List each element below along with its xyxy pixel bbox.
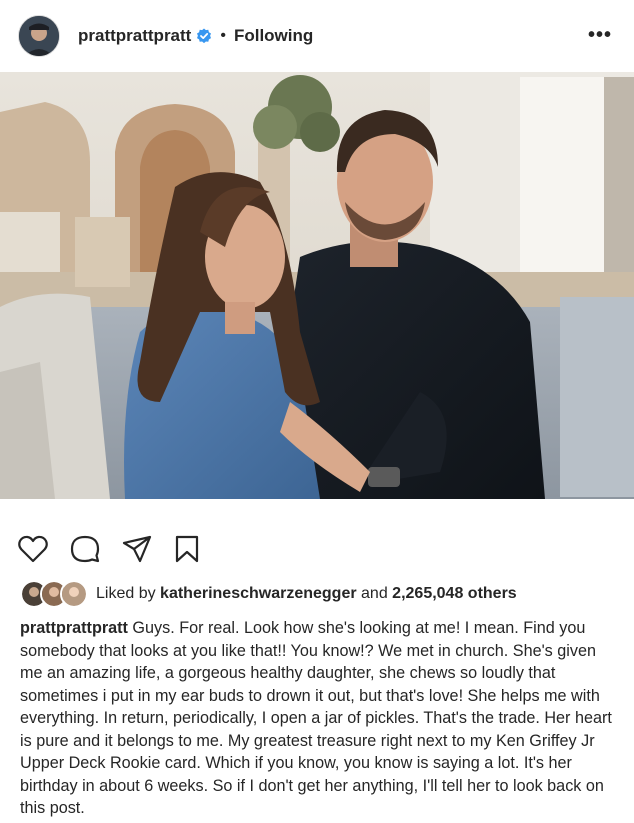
heart-outline-icon[interactable] <box>18 535 48 563</box>
separator-dot: • <box>220 27 226 44</box>
likes-row: Liked by katherineschwarzenegger and 2,2… <box>0 579 634 609</box>
more-options-icon[interactable]: ••• <box>588 24 612 47</box>
verified-badge-icon <box>196 28 212 44</box>
following-button[interactable]: Following <box>234 26 313 46</box>
comment-bubble-icon[interactable] <box>70 534 100 564</box>
likes-count-link[interactable]: 2,265,048 others <box>392 585 517 602</box>
liker-username-link[interactable]: katherineschwarzenegger <box>160 585 357 602</box>
paper-plane-icon[interactable] <box>122 535 152 563</box>
liked-by-and: and <box>356 585 393 602</box>
post-header: prattprattpratt • Following ••• <box>0 0 634 72</box>
post-caption: prattprattpratt Guys. For real. Look how… <box>0 609 634 820</box>
caption-username-link[interactable]: prattprattpratt <box>20 619 128 637</box>
action-bar <box>0 499 634 579</box>
liked-by-prefix: Liked by <box>96 585 161 602</box>
avatar[interactable] <box>18 15 60 57</box>
username-link[interactable]: prattprattpratt <box>78 26 191 46</box>
liker-avatar[interactable] <box>60 580 88 608</box>
liker-avatars <box>20 580 88 608</box>
post-photo <box>0 72 634 499</box>
bookmark-icon[interactable] <box>174 535 200 563</box>
caption-text: Guys. For real. Look how she's looking a… <box>20 619 612 817</box>
liked-by-text: Liked by katherineschwarzenegger and 2,2… <box>96 585 517 603</box>
